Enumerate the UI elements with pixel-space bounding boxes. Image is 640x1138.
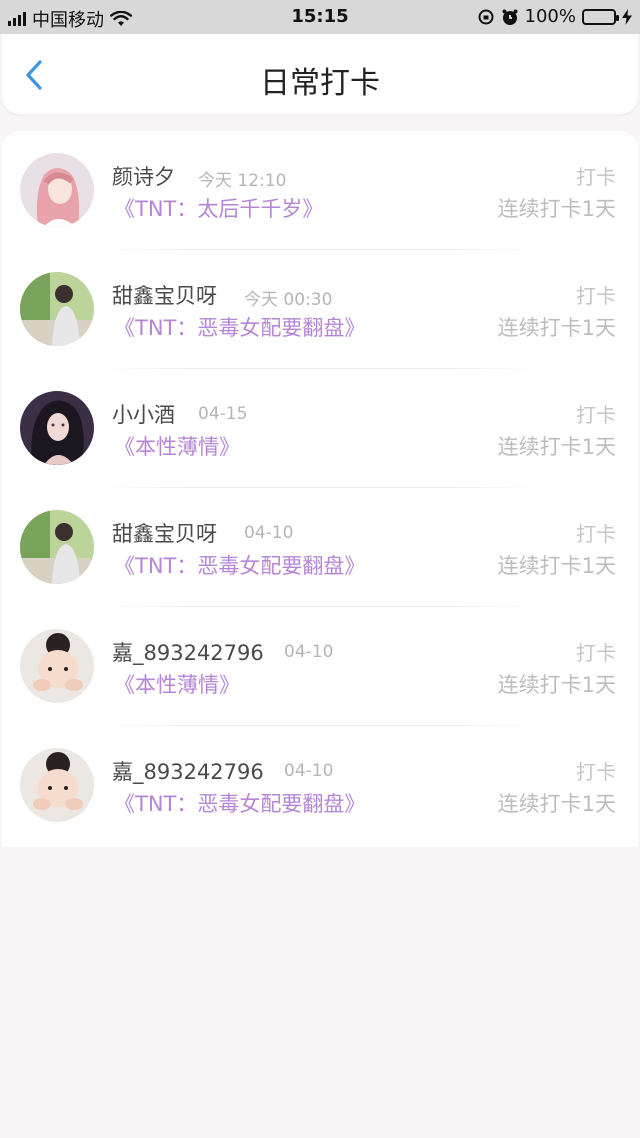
checkin-list: 颜诗夕 今天 12:10 《TNT：太后千千岁》 打卡 连续打卡1天 甜鑫宝贝呀… [2,131,638,847]
avatar[interactable] [20,748,94,822]
navigation-bar: 日常打卡 [2,34,638,114]
checkin-item[interactable]: 小小酒 04-15 《本性薄情》 打卡 连续打卡1天 [2,369,638,488]
avatar[interactable] [20,391,94,465]
book-title[interactable]: 《本性薄情》 [114,431,240,461]
user-name[interactable]: 颜诗夕 [112,161,175,191]
checkin-item[interactable]: 嘉_893242796 04-10 《本性薄情》 打卡 连续打卡1天 [2,607,638,726]
charging-bolt-icon [622,8,632,25]
streak-text: 连续打卡1天 [497,435,616,459]
streak-text: 连续打卡1天 [497,316,616,340]
streak-text: 连续打卡1天 [497,197,616,221]
rotation-lock-icon [478,9,494,24]
checkin-time: 04-10 [244,523,294,543]
checkin-item[interactable]: 颜诗夕 今天 12:10 《TNT：太后千千岁》 打卡 连续打卡1天 [2,131,638,250]
checkin-label: 打卡 [576,522,616,546]
streak-text: 连续打卡1天 [497,673,616,697]
checkin-label: 打卡 [576,165,616,189]
checkin-label: 打卡 [576,284,616,308]
user-name[interactable]: 甜鑫宝贝呀 [112,280,217,310]
book-title[interactable]: 《TNT：恶毒女配要翻盘》 [114,788,365,818]
user-name[interactable]: 嘉_893242796 [112,637,264,667]
checkin-time: 04-10 [284,761,334,781]
avatar[interactable] [20,629,94,703]
checkin-label: 打卡 [576,403,616,427]
alarm-icon [502,9,518,25]
checkin-time: 今天 00:30 [244,290,333,310]
book-title[interactable]: 《TNT：恶毒女配要翻盘》 [114,550,365,580]
battery-icon [582,8,619,25]
checkin-item[interactable]: 嘉_893242796 04-10 《TNT：恶毒女配要翻盘》 打卡 连续打卡1… [2,726,638,845]
book-title[interactable]: 《本性薄情》 [114,669,240,699]
checkin-label: 打卡 [576,641,616,665]
avatar[interactable] [20,510,94,584]
avatar[interactable] [20,272,94,346]
checkin-item[interactable]: 甜鑫宝贝呀 04-10 《TNT：恶毒女配要翻盘》 打卡 连续打卡1天 [2,488,638,607]
avatar[interactable] [20,153,94,227]
checkin-item[interactable]: 甜鑫宝贝呀 今天 00:30 《TNT：恶毒女配要翻盘》 打卡 连续打卡1天 [2,250,638,369]
checkin-label: 打卡 [576,760,616,784]
book-title[interactable]: 《TNT：太后千千岁》 [114,193,323,223]
user-name[interactable]: 嘉_893242796 [112,756,264,786]
page-title: 日常打卡 [260,66,380,101]
streak-text: 连续打卡1天 [497,792,616,816]
checkin-time: 04-10 [284,642,334,662]
checkin-time: 04-15 [198,404,248,424]
user-name[interactable]: 甜鑫宝贝呀 [112,518,217,548]
book-title[interactable]: 《TNT：恶毒女配要翻盘》 [114,312,365,342]
user-name[interactable]: 小小酒 [112,399,175,429]
status-bar: 中国移动 15:15 100% [0,0,640,34]
status-bar-right: 100% [477,6,632,27]
battery-percent: 100% [524,6,576,27]
checkin-time: 今天 12:10 [198,171,287,191]
streak-text: 连续打卡1天 [497,554,616,578]
